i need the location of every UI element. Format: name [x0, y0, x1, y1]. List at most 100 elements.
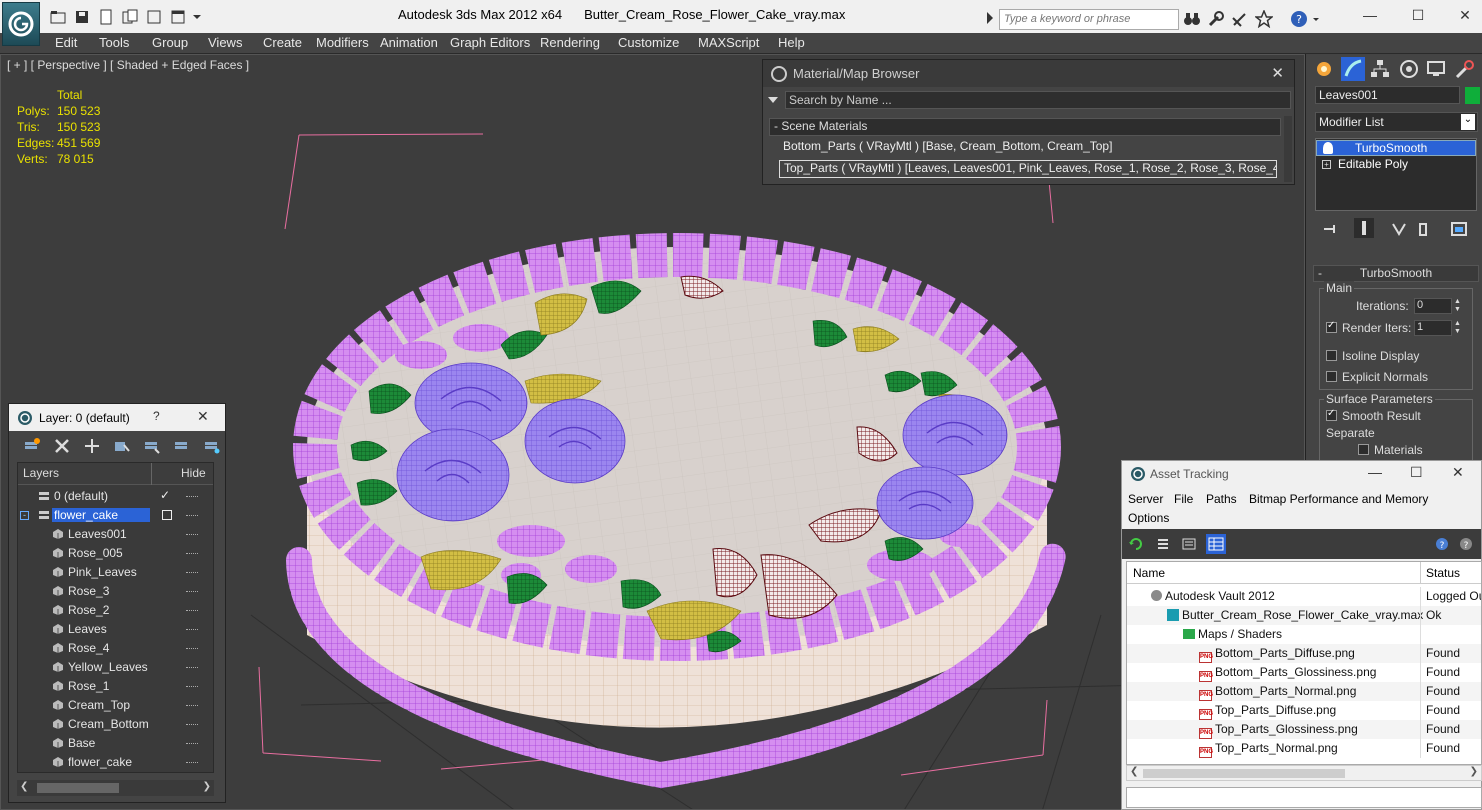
menu-modifiers[interactable]: Modifiers [316, 35, 369, 50]
asset-row[interactable]: PNG Bottom_Parts_Glossiness.png Found [1127, 663, 1481, 682]
binoculars-icon[interactable] [1183, 10, 1201, 28]
select-objects-icon[interactable] [113, 437, 131, 455]
mb-scrollbar[interactable] [1284, 116, 1292, 182]
asset-row[interactable]: PNG Bottom_Parts_Normal.png Found [1127, 682, 1481, 701]
layer-row[interactable]: Rose_4 [18, 639, 213, 658]
chevron-right-icon[interactable]: ❯ [203, 781, 211, 792]
hide-toggle[interactable] [186, 724, 198, 726]
configure-sets-icon[interactable] [1450, 220, 1468, 238]
search-input[interactable]: Type a keyword or phrase [999, 9, 1179, 30]
object-name-field[interactable]: Leaves001 [1315, 86, 1460, 104]
context-help-icon[interactable]: ? [1458, 536, 1474, 552]
display-tab-icon[interactable] [1424, 57, 1448, 81]
hide-toggle[interactable] [186, 667, 198, 669]
expand-icon[interactable]: + [1322, 160, 1331, 169]
layer-row[interactable]: Leaves001 [18, 525, 213, 544]
add-to-layer-icon[interactable] [83, 437, 101, 455]
object-color-swatch[interactable] [1465, 87, 1480, 104]
spinner-arrows-icon[interactable]: ▲ ▼ [1454, 320, 1462, 336]
at-menu-options[interactable]: Options [1128, 511, 1169, 525]
freeze-all-layers-icon[interactable] [203, 437, 221, 455]
layer-row[interactable]: Pink_Leaves [18, 563, 213, 582]
at-menu-file[interactable]: File [1174, 492, 1193, 506]
triangle-down-icon[interactable] [767, 94, 779, 106]
motion-tab-icon[interactable] [1397, 57, 1421, 81]
turbosmooth-rollout[interactable]: - TurboSmooth [1313, 265, 1479, 282]
hide-toggle[interactable] [186, 534, 198, 536]
hide-toggle[interactable] [186, 629, 198, 631]
close-button[interactable]: ✕ [1450, 4, 1480, 26]
lightbulb-icon[interactable] [1323, 142, 1333, 154]
collapse-icon[interactable]: - [20, 511, 29, 520]
menu-views[interactable]: Views [208, 35, 242, 50]
asset-row[interactable]: PNG Top_Parts_Diffuse.png Found [1127, 701, 1481, 720]
asset-hscrollbar[interactable]: ❮ ❯ [1126, 765, 1482, 781]
window-icon[interactable] [146, 9, 162, 25]
menu-animation[interactable]: Animation [380, 35, 438, 50]
close-icon[interactable]: ✕ [1452, 464, 1464, 481]
chevron-down-icon[interactable] [192, 9, 202, 25]
hierarchy-tab-icon[interactable] [1368, 57, 1392, 81]
scene-materials-group[interactable]: - Scene Materials [769, 118, 1281, 136]
show-end-result-icon[interactable] [1354, 218, 1374, 238]
hide-column-header[interactable]: Hide [181, 466, 206, 480]
menu-edit[interactable]: Edit [55, 35, 77, 50]
layer-hscrollbar[interactable]: ❮ ❯ [17, 780, 214, 796]
menu-create[interactable]: Create [263, 35, 302, 50]
hide-toggle[interactable] [186, 686, 198, 688]
stack-item-editable-poly[interactable]: + Editable Poly [1316, 157, 1476, 173]
layer-row[interactable]: Base [18, 734, 213, 753]
asset-row[interactable]: Butter_Cream_Rose_Flower_Cake_vray.max Ok [1127, 606, 1481, 625]
hide-toggle[interactable] [186, 553, 198, 555]
create-tab-icon[interactable] [1312, 57, 1336, 81]
layer-row[interactable]: Rose_2 [18, 601, 213, 620]
chevron-right-icon[interactable]: ❯ [1470, 766, 1478, 777]
new-file-icon[interactable] [98, 9, 114, 25]
close-icon[interactable]: ✕ [1271, 64, 1284, 82]
spinner-arrows-icon[interactable]: ▲ ▼ [1454, 298, 1462, 314]
chevron-down-icon[interactable] [1312, 10, 1320, 28]
hide-toggle[interactable] [186, 515, 198, 517]
delete-layer-icon[interactable] [53, 437, 71, 455]
wrench-icon[interactable] [1207, 10, 1225, 28]
name-column-header[interactable]: Name [1133, 566, 1165, 580]
render-iters-spinner[interactable]: 1 [1414, 320, 1452, 336]
list-view-icon[interactable] [1155, 536, 1171, 552]
render-iters-checkbox[interactable]: ✓ [1326, 320, 1337, 333]
current-layer-box[interactable] [162, 510, 172, 520]
tree-view-icon[interactable] [1181, 536, 1197, 552]
mb-titlebar[interactable]: Material/Map Browser [763, 60, 1294, 87]
help-button[interactable]: ? [153, 409, 160, 423]
menu-maxscript[interactable]: MAXScript [698, 35, 759, 50]
at-menu-paths[interactable]: Paths [1206, 492, 1237, 506]
hide-toggle[interactable] [186, 591, 198, 593]
asset-path-field[interactable] [1126, 787, 1482, 808]
material-row[interactable]: Bottom_Parts ( VRayMtl ) [Base, Cream_Bo… [779, 139, 1277, 157]
chevron-left-icon[interactable]: ❮ [20, 781, 28, 792]
layer-row[interactable]: Rose_3 [18, 582, 213, 601]
asset-row[interactable]: PNG Top_Parts_Normal.png Found [1127, 739, 1481, 758]
hide-toggle[interactable] [186, 705, 198, 707]
maximize-button[interactable]: ☐ [1403, 4, 1433, 26]
layer-row[interactable]: Rose_1 [18, 677, 213, 696]
scrollbar-thumb[interactable] [37, 783, 119, 793]
viewport-label[interactable]: [ + ] [ Perspective ] [ Shaded + Edged F… [7, 58, 249, 72]
layer-row[interactable]: Cream_Top [18, 696, 213, 715]
menu-tools[interactable]: Tools [99, 35, 129, 50]
explicit-normals-checkbox[interactable] [1326, 371, 1337, 382]
at-menu-bitmap-performance[interactable]: Bitmap Performance and Memory [1249, 492, 1428, 506]
app-logo-button[interactable] [2, 2, 40, 46]
asset-row[interactable]: PNG Top_Parts_Glossiness.png Found [1127, 720, 1481, 739]
layer-row[interactable]: Yellow_Leaves [18, 658, 213, 677]
hide-toggle[interactable] [186, 648, 198, 650]
menu-help[interactable]: Help [778, 35, 805, 50]
layer-row[interactable]: - flower_cake [18, 506, 213, 525]
layers-column-header[interactable]: Layers [23, 466, 59, 480]
hide-all-layers-icon[interactable] [173, 437, 191, 455]
help-icon[interactable]: ? [1290, 10, 1308, 28]
star-icon[interactable] [1255, 10, 1273, 28]
refresh-icon[interactable] [1128, 536, 1144, 552]
asset-row[interactable]: Maps / Shaders [1127, 625, 1481, 644]
maximize-button[interactable]: ☐ [1410, 464, 1423, 481]
material-row[interactable]: Top_Parts ( VRayMtl ) [Leaves, Leaves001… [779, 160, 1277, 178]
